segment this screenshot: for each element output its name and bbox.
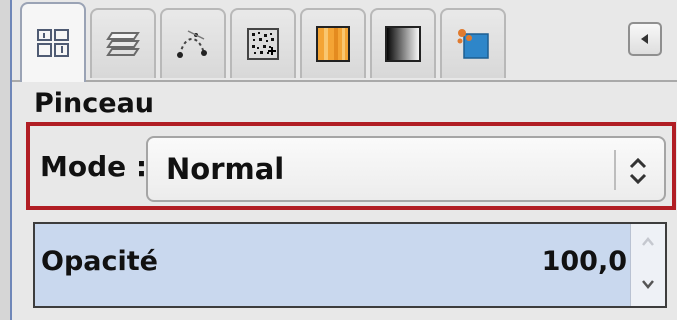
tab-channels[interactable] [440,8,506,78]
tab-tool-options[interactable] [20,2,86,82]
triangle-left-icon [641,34,648,44]
brush-icon [247,28,279,60]
tab-patterns[interactable] [300,8,366,78]
dock-tabbar [12,0,677,82]
combo-separator [614,150,616,190]
opacity-spinscale[interactable]: Opacité 100,0 [33,222,667,308]
tab-layers[interactable] [90,8,156,78]
updown-arrows-icon [629,157,647,185]
tool-title: Pinceau [34,88,155,119]
mode-value: Normal [166,152,285,186]
opacity-spin-buttons[interactable] [630,224,665,306]
tab-brushes[interactable] [230,8,296,78]
mode-row-highlight: Mode : Normal [26,122,676,210]
opacity-label: Opacité [41,246,158,277]
layers-icon [106,32,140,56]
gradient-icon [385,26,421,62]
pattern-icon [316,26,350,62]
dock-menu-button[interactable] [628,22,662,56]
spin-up-icon[interactable] [640,234,656,250]
tab-gradients[interactable] [370,8,436,78]
mode-combobox[interactable]: Normal [146,136,666,202]
tab-paths[interactable] [160,8,226,78]
mode-label: Mode : [40,150,148,183]
left-edge [0,0,10,320]
paths-icon [177,30,207,58]
spin-down-icon[interactable] [640,276,656,292]
channels-icon [457,29,489,59]
opacity-value: 100,0 [541,246,627,277]
tool-options-icon [37,29,69,57]
